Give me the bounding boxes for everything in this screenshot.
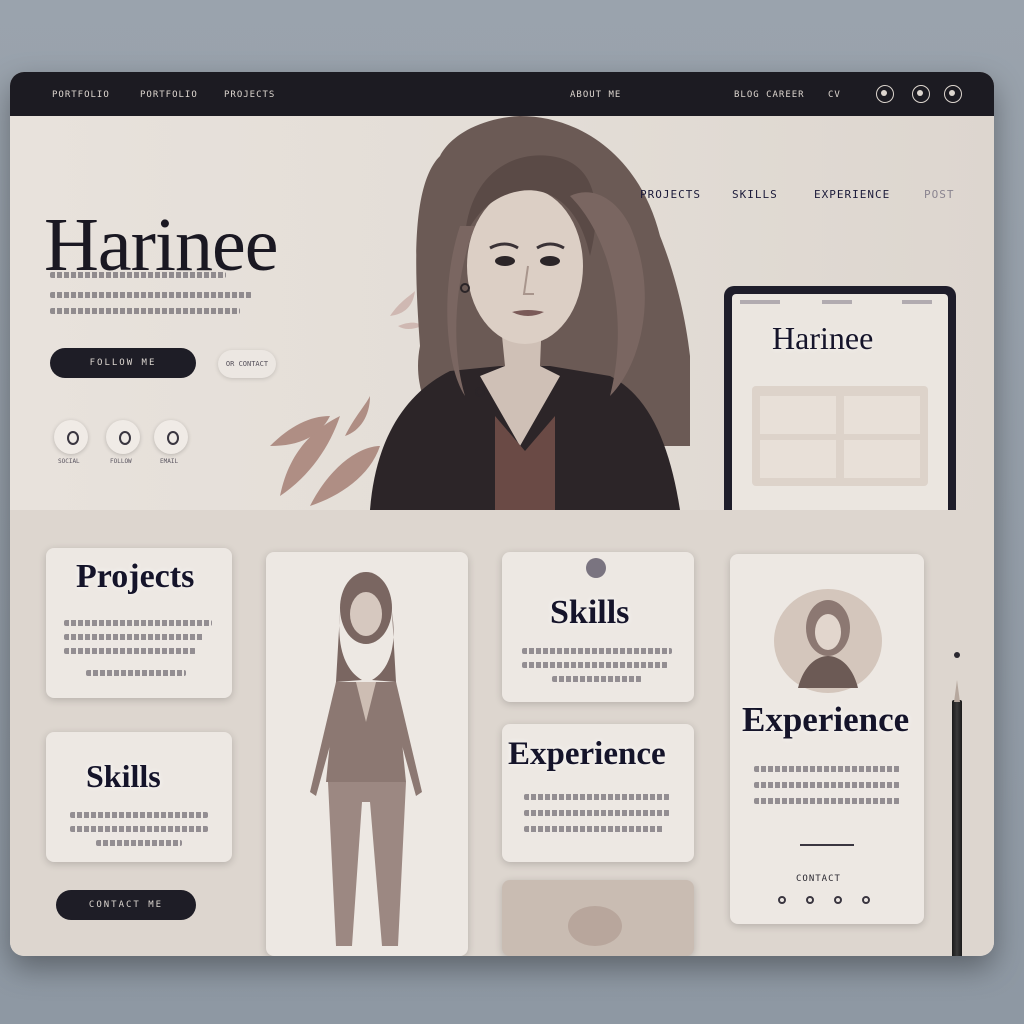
tablet-card (844, 440, 920, 478)
user-icon[interactable] (876, 85, 894, 103)
top-navbar: PORTFOLIO PORTFOLIO PROJECTS ABOUT ME BL… (10, 72, 994, 116)
contact-icon[interactable] (834, 896, 842, 904)
skills-center-title: Skills (550, 594, 630, 631)
nav-portfolio-1[interactable]: PORTFOLIO (52, 90, 110, 100)
contact-icon[interactable] (806, 896, 814, 904)
tablet-title: Harinee (772, 320, 874, 356)
tablet-card (760, 440, 836, 478)
skills-card[interactable]: Skills (46, 732, 232, 862)
experience-title: Experience (742, 700, 910, 739)
follow-me-button[interactable]: FOLLOW ME (50, 348, 196, 378)
tablet-nav-line (740, 300, 780, 304)
hero-nav-skills[interactable]: SKILLS (732, 188, 778, 201)
experience-avatar (774, 589, 882, 693)
card-text-line (524, 794, 670, 800)
nav-projects[interactable]: PROJECTS (224, 90, 275, 100)
card-text-line (64, 634, 204, 640)
experience-card[interactable]: Experience CONTACT (730, 554, 924, 924)
pencil-icon (952, 700, 962, 956)
app-window: PORTFOLIO PORTFOLIO PROJECTS ABOUT ME BL… (10, 72, 994, 956)
divider (800, 844, 854, 846)
card-text-line (552, 676, 642, 682)
card-text-line (96, 840, 182, 846)
card-text-line (70, 812, 208, 818)
hero-nav-post[interactable]: POST (924, 188, 955, 201)
hero-section: Harinee FOLLOW ME OR CONTACT SOCIAL FOLL… (10, 116, 994, 528)
card-text-line (522, 648, 672, 654)
follow-icon[interactable] (106, 420, 140, 454)
skills-title: Skills (86, 758, 161, 794)
pencil-tip (954, 680, 960, 702)
hero-text-line (50, 308, 240, 314)
tablet-card (760, 396, 836, 434)
tablet-content-panel (752, 386, 928, 486)
portrait-illustration (270, 116, 690, 510)
contact-icon[interactable] (778, 896, 786, 904)
dot (954, 652, 960, 658)
social-icon[interactable] (54, 420, 88, 454)
card-text-line (754, 766, 900, 772)
tablet-nav-line (902, 300, 932, 304)
settings-icon[interactable] (944, 85, 962, 103)
projects-card[interactable]: Projects (46, 548, 232, 698)
nav-blog[interactable]: BLOG CAREER (734, 90, 805, 100)
projects-title: Projects (76, 558, 195, 595)
image-thumbnail-card[interactable] (502, 880, 694, 956)
follow-label: FOLLOW (110, 458, 132, 465)
card-text-line (524, 810, 670, 816)
tablet-nav-line (822, 300, 852, 304)
thumbnail-shape (568, 906, 622, 946)
card-text-line (64, 620, 212, 626)
sections-area: Projects Skills CONTACT ME Skills Experi… (10, 510, 994, 956)
experience-center-card[interactable]: Experience (502, 724, 694, 862)
email-label: EMAIL (160, 458, 179, 465)
experience-center-title: Experience (508, 736, 666, 772)
contact-icon[interactable] (862, 896, 870, 904)
tablet-card (844, 396, 920, 434)
card-text-line (524, 826, 664, 832)
tablet-screen: Harinee (732, 294, 948, 520)
contact-me-button[interactable]: CONTACT ME (56, 890, 196, 920)
skills-icon (586, 558, 606, 578)
email-icon[interactable] (154, 420, 188, 454)
card-text-line (86, 670, 186, 676)
hero-nav-experience[interactable]: EXPERIENCE (814, 188, 890, 201)
card-text-line (754, 798, 900, 804)
info-icon[interactable] (912, 85, 930, 103)
card-text-line (754, 782, 900, 788)
hero-text-line (50, 292, 252, 298)
hero-nav-projects[interactable]: PROJECTS (640, 188, 701, 201)
nav-about[interactable]: ABOUT ME (570, 90, 621, 100)
card-text-line (64, 648, 196, 654)
tablet-mockup: Harinee (724, 286, 956, 528)
contact-label: CONTACT (796, 874, 841, 884)
card-text-line (70, 826, 208, 832)
hero-text-line (50, 272, 226, 278)
nav-cv[interactable]: CV (828, 90, 841, 100)
nav-portfolio-2[interactable]: PORTFOLIO (140, 90, 198, 100)
figure-card (266, 552, 468, 956)
figure-illustration (310, 572, 422, 946)
card-text-line (522, 662, 668, 668)
social-label: SOCIAL (58, 458, 80, 465)
skills-center-card[interactable]: Skills (502, 552, 694, 702)
